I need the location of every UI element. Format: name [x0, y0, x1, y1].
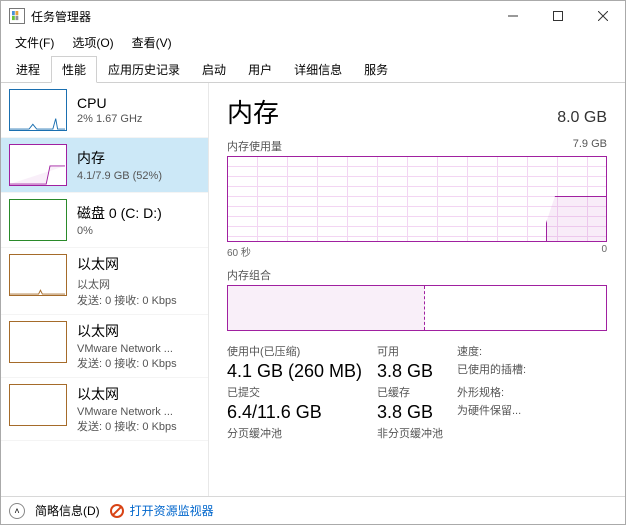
memory-capacity: 8.0 GB: [557, 109, 607, 127]
nonpaged-label: 非分页缓冲池: [377, 425, 457, 441]
ethernet-thumb-chart: [9, 254, 67, 296]
close-button[interactable]: [580, 1, 625, 31]
memory-composition-chart: [227, 285, 607, 331]
open-resmon-link[interactable]: 打开资源监视器: [130, 502, 214, 519]
window-title: 任务管理器: [31, 8, 91, 25]
usage-max: 7.9 GB: [573, 138, 607, 154]
reserved-label: 为硬件保留...: [457, 402, 567, 423]
app-icon: [9, 8, 25, 24]
eth1-sub1: 以太网: [77, 276, 177, 292]
form-label: 外形规格:: [457, 384, 567, 400]
cached-label: 已缓存: [377, 384, 457, 400]
tab-services[interactable]: 服务: [353, 56, 399, 83]
time-left: 60 秒: [227, 244, 251, 259]
avail-value: 3.8 GB: [377, 361, 457, 382]
eth2-sub1: VMware Network ...: [77, 343, 177, 355]
menu-file[interactable]: 文件(F): [7, 32, 62, 53]
cpu-title: CPU: [77, 95, 142, 111]
tab-performance[interactable]: 性能: [51, 56, 97, 83]
ethernet-thumb-chart: [9, 321, 67, 363]
disk-thumb-chart: [9, 199, 67, 241]
tab-apphistory[interactable]: 应用历史记录: [97, 56, 191, 83]
tab-startup[interactable]: 启动: [191, 56, 237, 83]
statusbar: ˄ 简略信息(D) 打开资源监视器: [1, 496, 625, 524]
menu-options[interactable]: 选项(O): [64, 32, 121, 53]
sidebar-item-ethernet-3[interactable]: 以太网 VMware Network ... 发送: 0 接收: 0 Kbps: [1, 378, 208, 441]
usage-label: 内存使用量: [227, 138, 282, 154]
sidebar-item-ethernet-1[interactable]: 以太网 以太网 发送: 0 接收: 0 Kbps: [1, 248, 208, 315]
memory-thumb-chart: [9, 144, 67, 186]
main-panel: 内存 8.0 GB 内存使用量 7.9 GB 60 秒 0 内存组合 使用中(已…: [209, 83, 625, 496]
page-title: 内存: [227, 93, 279, 130]
disk-sub: 0%: [77, 225, 162, 237]
menubar: 文件(F) 选项(O) 查看(V): [1, 31, 625, 53]
committed-value: 6.4/11.6 GB: [227, 402, 377, 423]
memory-sub: 4.1/7.9 GB (52%): [77, 170, 162, 182]
composition-label: 内存组合: [227, 267, 271, 283]
ethernet-thumb-chart: [9, 384, 67, 426]
tab-users[interactable]: 用户: [237, 56, 283, 83]
menu-view[interactable]: 查看(V): [124, 32, 180, 53]
memory-usage-chart: [227, 156, 607, 242]
eth2-sub2: 发送: 0 接收: 0 Kbps: [77, 355, 177, 371]
time-right: 0: [601, 244, 607, 259]
inuse-value: 4.1 GB (260 MB): [227, 361, 377, 382]
eth1-sub2: 发送: 0 接收: 0 Kbps: [77, 292, 177, 308]
paged-label: 分页缓冲池: [227, 425, 377, 441]
sidebar-item-memory[interactable]: 内存 4.1/7.9 GB (52%): [1, 138, 208, 193]
memory-title: 内存: [77, 148, 162, 168]
tab-details[interactable]: 详细信息: [283, 56, 353, 83]
eth3-title: 以太网: [77, 384, 177, 404]
maximize-button[interactable]: [535, 1, 580, 31]
speed-label: 速度:: [457, 343, 567, 359]
sidebar-item-ethernet-2[interactable]: 以太网 VMware Network ... 发送: 0 接收: 0 Kbps: [1, 315, 208, 378]
titlebar: 任务管理器: [1, 1, 625, 31]
avail-label: 可用: [377, 343, 457, 359]
tabs: 进程 性能 应用历史记录 启动 用户 详细信息 服务: [1, 57, 625, 83]
tab-processes[interactable]: 进程: [5, 56, 51, 83]
minimize-button[interactable]: [490, 1, 535, 31]
cached-value: 3.8 GB: [377, 402, 457, 423]
eth3-sub2: 发送: 0 接收: 0 Kbps: [77, 418, 177, 434]
sidebar: CPU 2% 1.67 GHz 内存 4.1/7.9 GB (52%) 磁盘 0…: [1, 83, 209, 496]
committed-label: 已提交: [227, 384, 377, 400]
slots-label: 已使用的插槽:: [457, 361, 567, 382]
inuse-label: 使用中(已压缩): [227, 343, 377, 359]
eth3-sub1: VMware Network ...: [77, 406, 177, 418]
eth1-title: 以太网: [77, 254, 177, 274]
eth2-title: 以太网: [77, 321, 177, 341]
sidebar-item-cpu[interactable]: CPU 2% 1.67 GHz: [1, 83, 208, 138]
cpu-thumb-chart: [9, 89, 67, 131]
sidebar-item-disk[interactable]: 磁盘 0 (C: D:) 0%: [1, 193, 208, 248]
disk-title: 磁盘 0 (C: D:): [77, 203, 162, 223]
fewer-details-button[interactable]: 简略信息(D): [35, 502, 100, 519]
cpu-sub: 2% 1.67 GHz: [77, 113, 142, 125]
chevron-up-icon[interactable]: ˄: [9, 503, 25, 519]
resmon-icon: [110, 504, 124, 518]
